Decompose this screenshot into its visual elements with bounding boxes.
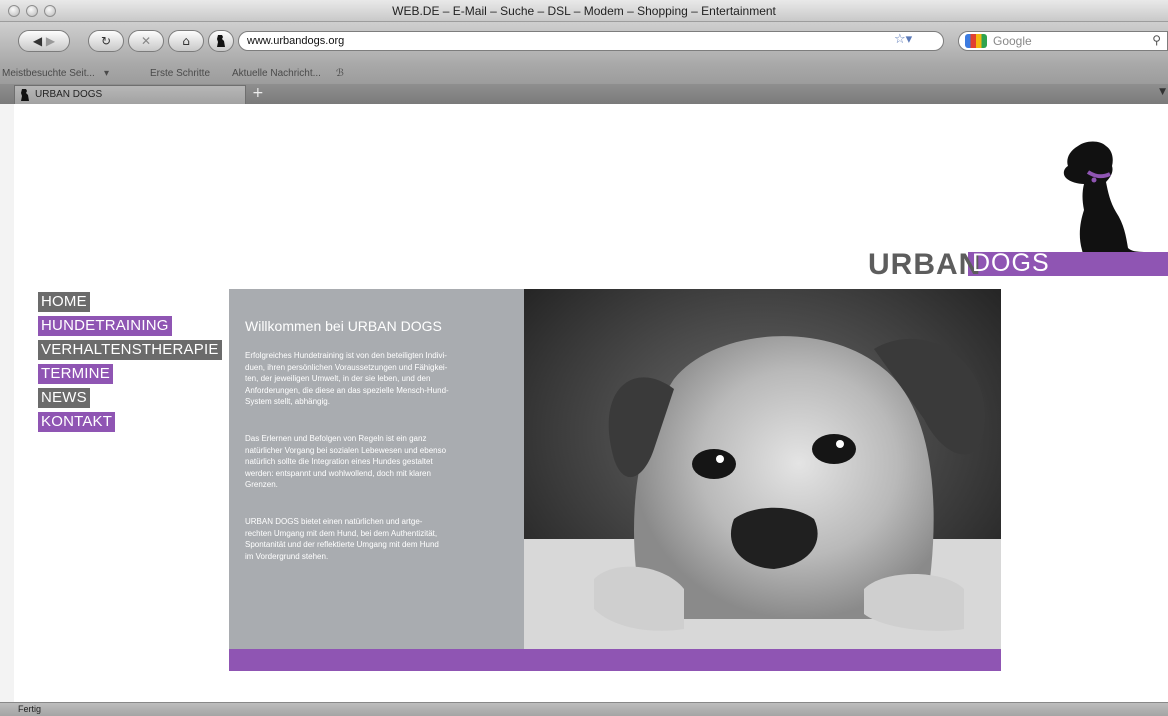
nav-item-kontakt[interactable]: KONTAKT xyxy=(38,412,116,432)
logo-text-urban: URBAN xyxy=(868,248,982,281)
nav-item-termine[interactable]: TERMINE xyxy=(38,364,113,384)
philosophy-paragraph: URBAN DOGS bietet einen natürlichen und … xyxy=(245,517,439,561)
dog-favicon-icon xyxy=(21,89,29,101)
tab-bar: URBAN DOGS + ▼ xyxy=(0,84,1168,104)
google-engine-icon[interactable] xyxy=(965,34,987,48)
search-input[interactable]: Google ⚲ xyxy=(958,31,1168,51)
nav-item-verhaltenstherapie[interactable]: VERHALTENSTHERAPIE xyxy=(38,340,222,360)
nav-item-hundetraining[interactable]: HUNDETRAINING xyxy=(38,316,172,336)
stop-button[interactable]: ✕ xyxy=(128,30,164,52)
dog-photo xyxy=(524,289,1001,649)
back-arrow-icon: ◀ xyxy=(32,34,43,48)
sidebar-gutter xyxy=(0,104,14,702)
nav-item-news[interactable]: NEWS xyxy=(38,388,90,408)
tab-urban-dogs[interactable]: URBAN DOGS xyxy=(14,85,246,104)
forward-arrow-icon: ▶ xyxy=(45,34,56,48)
bookmark-star-icon[interactable]: ☆▾ xyxy=(894,32,912,47)
nav-item-home[interactable]: HOME xyxy=(38,292,90,312)
browser-toolbar: ◀ ▶ ↻ ✕ ⌂ www.urbandogs.org ☆▾ Google ⚲ xyxy=(0,22,1168,64)
bookmarks-bar: Meistbesuchte Seit... ▾ Erste Schritte A… xyxy=(0,64,1168,84)
home-icon: ⌂ xyxy=(182,34,190,48)
bookmark-item[interactable]: Meistbesuchte Seit... xyxy=(2,68,95,79)
intro-paragraph: Erfolgreiches Hundetraining ist von den … xyxy=(245,351,449,406)
bookmark-item[interactable]: Aktuelle Nachricht... xyxy=(232,68,321,79)
bookmark-dropdown-icon[interactable]: ▾ xyxy=(104,68,109,79)
content-footer-band xyxy=(229,649,1001,671)
search-placeholder: Google xyxy=(993,34,1032,48)
dog-photo-image xyxy=(524,289,1001,649)
tab-list-icon[interactable]: ▼ xyxy=(1159,87,1166,97)
tab-label: URBAN DOGS xyxy=(35,89,103,100)
stop-icon: ✕ xyxy=(140,34,152,48)
back-forward-button[interactable]: ◀ ▶ xyxy=(18,30,70,52)
rules-paragraph: Das Erlernen und Befolgen von Regeln ist… xyxy=(245,434,447,489)
page-title: Willkommen bei URBAN DOGS xyxy=(245,318,442,334)
reload-icon: ↻ xyxy=(100,34,112,48)
reload-button[interactable]: ↻ xyxy=(88,30,124,52)
new-tab-button[interactable]: + xyxy=(252,85,264,101)
search-icon[interactable]: ⚲ xyxy=(1152,33,1161,47)
rss-icon: ℬ xyxy=(336,68,344,79)
window-title: WEB.DE – E-Mail – Suche – DSL – Modem – … xyxy=(392,4,776,18)
site-identity-button[interactable] xyxy=(208,30,234,52)
dog-favicon-icon xyxy=(217,35,225,47)
home-button[interactable]: ⌂ xyxy=(168,30,204,52)
url-field[interactable]: www.urbandogs.org xyxy=(238,31,944,51)
bookmark-item[interactable]: Erste Schritte xyxy=(150,68,210,79)
status-bar: Fertig xyxy=(0,702,1168,716)
main-nav: HOME HUNDETRAINING VERHALTENSTHERAPIE TE… xyxy=(38,291,222,435)
window-titlebar: WEB.DE – E-Mail – Suche – DSL – Modem – … xyxy=(0,0,1168,22)
logo-text-dogs: DOGS xyxy=(972,249,1050,277)
